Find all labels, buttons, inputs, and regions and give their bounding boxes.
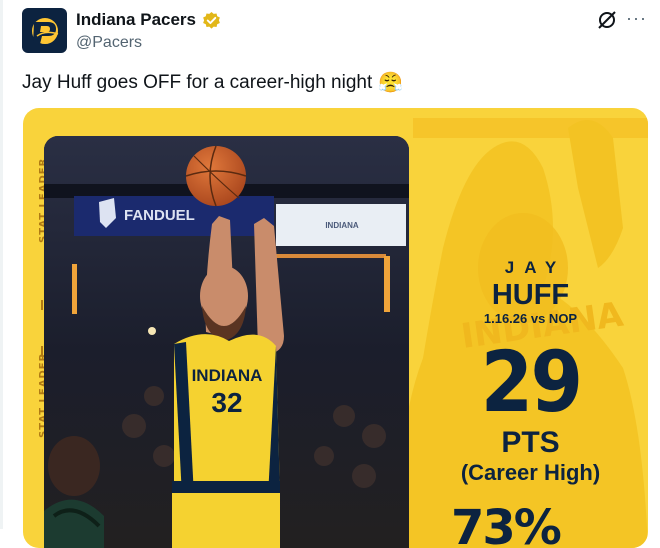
player-first-name: JAY [504,258,567,277]
avatar[interactable] [22,8,67,53]
player-shooting-illustration: FANDUEL INDIANA INDIANA 32 [44,136,409,548]
jersey-number-text: 32 [211,387,242,418]
jersey-team-text: INDIANA [192,366,263,385]
points-value: 29 [480,333,584,431]
next-stat-value-partial: 73% [451,500,562,548]
gold-verified-badge-icon [203,11,220,29]
game-info: 1.16.26 vs NOP [483,311,578,326]
account-header[interactable]: Indiana Pacers [76,10,221,30]
timeline-divider [0,0,3,529]
player-last-name: HUFF [491,279,570,311]
arena-board-text: INDIANA [325,221,359,230]
grok-icon[interactable] [596,9,618,31]
pacers-logo-icon [29,15,60,46]
tweet-media-image[interactable]: INDIANA STAT LEADER STAT LEADER [23,108,648,548]
tweet-text: Jay Huff goes OFF for a career-high nigh… [22,70,403,95]
account-name[interactable]: Indiana Pacers [76,10,196,30]
points-unit: PTS [501,426,560,459]
more-options-button[interactable]: ··· [626,8,647,29]
tweet-body: Jay Huff goes OFF for a career-high nigh… [22,71,373,93]
arena-sign-text: FANDUEL [124,207,195,224]
huffing-face-emoji: 😤 [378,72,404,94]
player-photo: FANDUEL INDIANA INDIANA 32 [44,136,409,548]
career-high-note: (Career High) [460,460,601,485]
side-divider-tick [41,300,43,310]
stat-panel: JAY HUFF 1.16.26 vs NOP 29 PTS (Career H… [418,258,643,486]
account-handle[interactable]: @Pacers [76,34,142,52]
